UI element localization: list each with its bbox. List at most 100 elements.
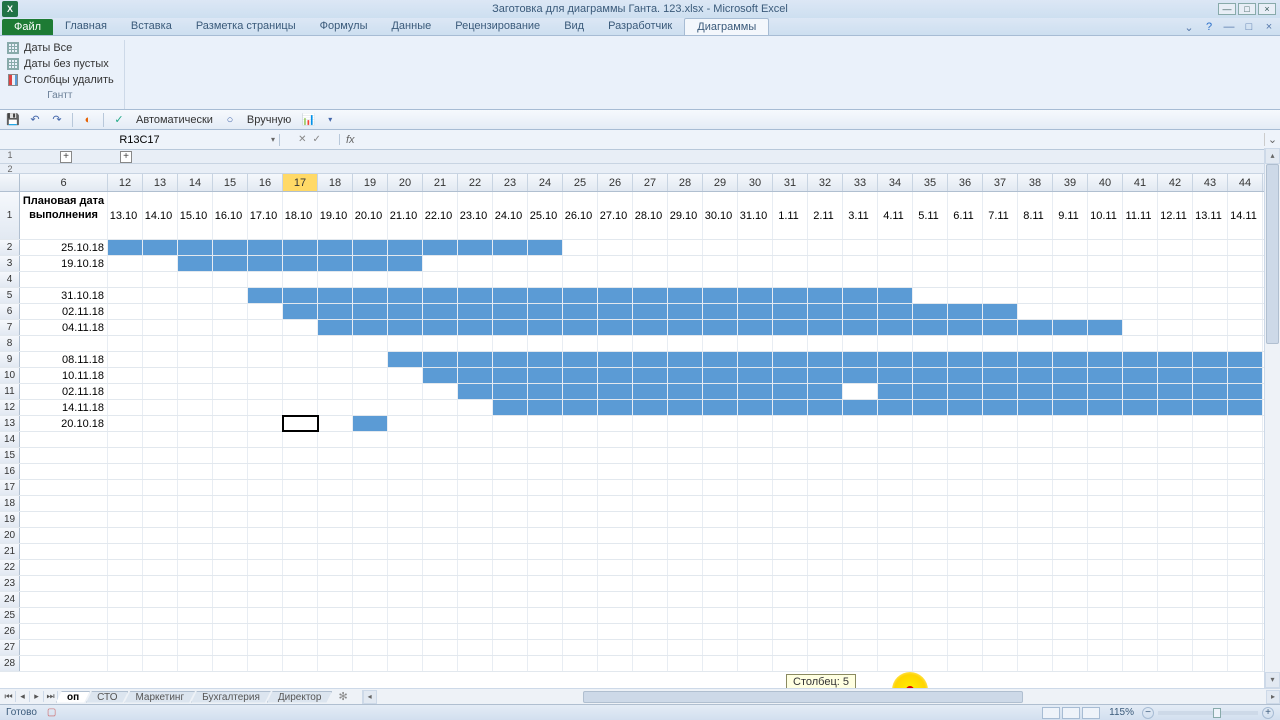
outline-level-1[interactable]: 1 — [0, 150, 20, 160]
grid-cell[interactable] — [143, 608, 178, 623]
date-cell[interactable] — [20, 592, 108, 607]
grid-cell[interactable] — [913, 288, 948, 303]
grid-cell[interactable] — [283, 304, 318, 319]
grid-cell[interactable] — [633, 448, 668, 463]
grid-cell[interactable] — [808, 640, 843, 655]
fx-icon[interactable]: fx — [340, 134, 361, 146]
grid-cell[interactable] — [598, 368, 633, 383]
grid-cell[interactable] — [178, 560, 213, 575]
grid-cell[interactable] — [528, 528, 563, 543]
grid-cell[interactable] — [108, 256, 143, 271]
grid-cell[interactable] — [213, 544, 248, 559]
grid-cell[interactable] — [353, 320, 388, 335]
grid-cell[interactable] — [458, 496, 493, 511]
grid-cell[interactable] — [1018, 288, 1053, 303]
grid-cell[interactable] — [283, 528, 318, 543]
grid-cell[interactable] — [388, 544, 423, 559]
grid-cell[interactable] — [843, 608, 878, 623]
date-cell[interactable] — [20, 480, 108, 495]
grid-cell[interactable] — [213, 384, 248, 399]
grid-cell[interactable] — [808, 656, 843, 671]
grid-cell[interactable] — [1193, 448, 1228, 463]
grid-cell[interactable] — [213, 528, 248, 543]
grid-cell[interactable] — [493, 592, 528, 607]
grid-cell[interactable] — [1053, 240, 1088, 255]
grid-cell[interactable] — [318, 320, 353, 335]
qat-auto-label[interactable]: Автоматически — [132, 114, 217, 126]
header-cell[interactable]: Плановая дата выполнения — [20, 192, 108, 239]
grid-cell[interactable] — [318, 416, 353, 431]
row-header[interactable]: 7 — [0, 320, 20, 335]
grid-cell[interactable] — [108, 624, 143, 639]
grid-cell[interactable] — [178, 496, 213, 511]
row-header[interactable]: 23 — [0, 576, 20, 591]
grid-cell[interactable] — [913, 640, 948, 655]
grid-cell[interactable] — [563, 432, 598, 447]
grid-cell[interactable] — [213, 336, 248, 351]
date-header-cell[interactable]: 20.10 — [353, 192, 388, 239]
grid-cell[interactable] — [773, 624, 808, 639]
grid-cell[interactable] — [633, 416, 668, 431]
grid-cell[interactable] — [108, 416, 143, 431]
firefox-icon[interactable]: ◐ — [79, 112, 97, 128]
grid-cell[interactable] — [388, 464, 423, 479]
zoom-slider[interactable] — [1158, 711, 1258, 715]
grid-cell[interactable] — [598, 464, 633, 479]
grid-cell[interactable] — [983, 256, 1018, 271]
row-header[interactable]: 2 — [0, 240, 20, 255]
grid-cell[interactable] — [143, 496, 178, 511]
grid-cell[interactable] — [948, 448, 983, 463]
grid-cell[interactable] — [633, 480, 668, 495]
grid-cell[interactable] — [878, 416, 913, 431]
grid-cell[interactable] — [318, 304, 353, 319]
formula-expand-icon[interactable]: ⌄ — [1264, 133, 1280, 146]
grid-cell[interactable] — [633, 400, 668, 415]
grid-cell[interactable] — [528, 544, 563, 559]
grid-cell[interactable] — [108, 288, 143, 303]
column-header[interactable]: 34 — [878, 174, 913, 191]
grid-cell[interactable] — [458, 576, 493, 591]
date-cell[interactable] — [20, 496, 108, 511]
grid-cell[interactable] — [668, 336, 703, 351]
sheet-nav-last[interactable]: ⏭ — [44, 691, 58, 702]
grid-cell[interactable] — [1158, 624, 1193, 639]
grid-cell[interactable] — [948, 272, 983, 287]
grid-cell[interactable] — [353, 384, 388, 399]
grid-cell[interactable] — [598, 336, 633, 351]
grid-cell[interactable] — [703, 304, 738, 319]
grid-cell[interactable] — [913, 624, 948, 639]
date-cell[interactable] — [20, 432, 108, 447]
grid-cell[interactable] — [948, 304, 983, 319]
grid-cell[interactable] — [178, 544, 213, 559]
grid-cell[interactable] — [913, 384, 948, 399]
grid-cell[interactable] — [633, 608, 668, 623]
grid-cell[interactable] — [1158, 480, 1193, 495]
date-cell[interactable]: 20.10.18 — [20, 416, 108, 431]
grid-cell[interactable] — [1193, 560, 1228, 575]
grid-cell[interactable] — [528, 608, 563, 623]
grid-cell[interactable] — [668, 496, 703, 511]
grid-cell[interactable] — [353, 496, 388, 511]
grid-cell[interactable] — [983, 528, 1018, 543]
grid-cell[interactable] — [493, 272, 528, 287]
grid-cell[interactable] — [178, 608, 213, 623]
grid-cell[interactable] — [458, 528, 493, 543]
grid-cell[interactable] — [283, 368, 318, 383]
doc-restore-button[interactable]: □ — [1242, 20, 1256, 34]
grid-cell[interactable] — [178, 320, 213, 335]
date-cell[interactable] — [20, 576, 108, 591]
grid-cell[interactable] — [283, 640, 318, 655]
row-header[interactable]: 8 — [0, 336, 20, 351]
grid-cell[interactable] — [738, 304, 773, 319]
grid-cell[interactable] — [1193, 544, 1228, 559]
grid-cell[interactable] — [1053, 336, 1088, 351]
grid-cell[interactable] — [563, 448, 598, 463]
grid-cell[interactable] — [248, 656, 283, 671]
grid-cell[interactable] — [948, 528, 983, 543]
grid-cell[interactable] — [808, 416, 843, 431]
grid-cell[interactable] — [808, 528, 843, 543]
grid-cell[interactable] — [1228, 320, 1263, 335]
grid-cell[interactable] — [983, 464, 1018, 479]
grid-cell[interactable] — [703, 608, 738, 623]
grid-cell[interactable] — [178, 576, 213, 591]
